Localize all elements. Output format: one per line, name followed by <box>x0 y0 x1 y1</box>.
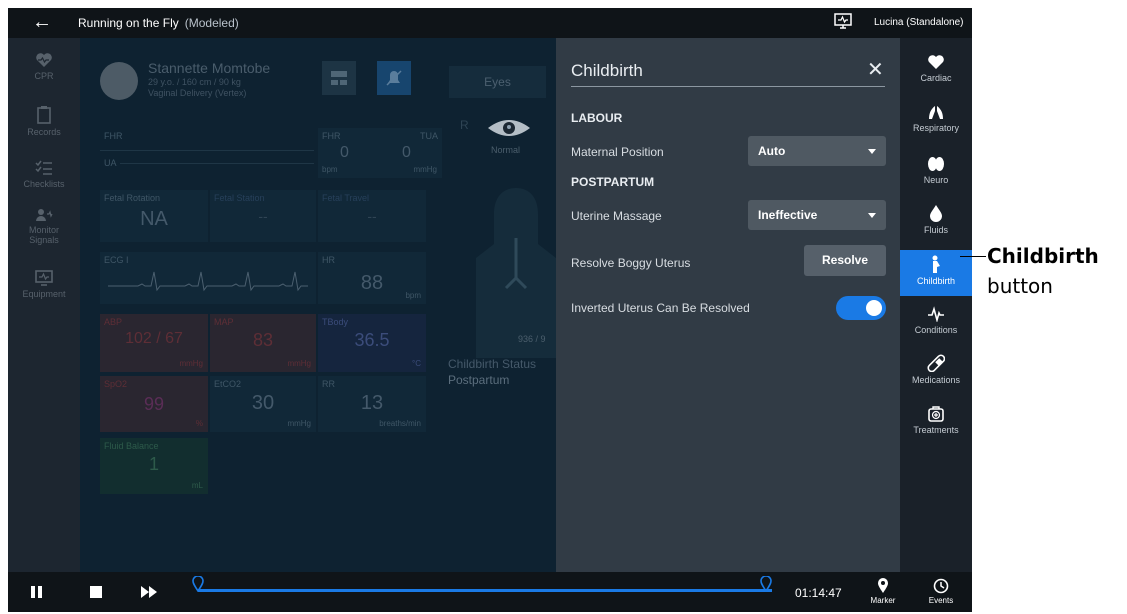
heart-icon <box>928 55 944 69</box>
toggle-knob <box>866 300 882 316</box>
patient-details: 29 y.o. / 160 cm / 90 kg <box>148 77 241 87</box>
etco2-tile: EtCO2 30 mmHg <box>210 376 316 432</box>
back-arrow-icon[interactable]: ← <box>32 11 52 33</box>
callout-rest: button <box>987 274 1053 298</box>
abp-tile: ABP 102 / 67 mmHg <box>100 314 208 372</box>
user-name[interactable]: Lucina (Standalone) <box>874 17 964 28</box>
drop-icon <box>930 205 942 222</box>
lungs-icon <box>929 106 943 119</box>
nav-cpr[interactable]: CPR <box>8 52 80 81</box>
callout-bold: Childbirth <box>987 244 1099 268</box>
nav-checklists[interactable]: Checklists <box>8 160 80 189</box>
fetal-rotation-tile: Fetal Rotation NA <box>100 190 208 242</box>
fhr-strip: FHR UA <box>100 128 314 178</box>
rr-tile: RR 13 breaths/min <box>318 376 426 432</box>
layout-button[interactable] <box>322 61 356 95</box>
tbody-tile: TBody 36.5 °C <box>318 314 426 372</box>
marker-button[interactable]: Marker <box>863 578 903 605</box>
fetal-travel-tile: Fetal Travel -- <box>318 190 426 242</box>
inverted-uterus-toggle[interactable] <box>836 296 886 320</box>
right-nav: Cardiac Respiratory Neuro Fluids Childbi… <box>900 38 972 572</box>
maternal-position-label: Maternal Position <box>571 145 664 159</box>
pause-icon[interactable] <box>30 585 44 599</box>
patient-name: Stannette Momtobe <box>148 60 271 76</box>
heart-pulse-icon <box>36 53 52 67</box>
uterine-massage-label: Uterine Massage <box>571 209 662 223</box>
nav-cardiac[interactable]: Cardiac <box>900 54 972 94</box>
ecg-tile: ECG I <box>100 252 316 304</box>
elapsed-time: 01:14:47 <box>795 586 842 600</box>
patient-delivery: Vaginal Delivery (Vertex) <box>148 88 247 98</box>
nav-treatments[interactable]: Treatments <box>900 406 972 446</box>
fhr-tua-tile: FHR TUA 0 0 bpm mmHg <box>318 128 442 178</box>
caret-down-icon <box>868 149 876 154</box>
childbirth-status-value: Postpartum <box>448 373 510 387</box>
clock-icon <box>933 578 949 594</box>
first-aid-icon <box>928 406 944 422</box>
nav-fluids[interactable]: Fluids <box>900 204 972 244</box>
tab-eyes[interactable]: Eyes <box>449 66 546 98</box>
callout-annotation: Childbirth button <box>987 241 1099 301</box>
callout-leader-line <box>960 256 986 257</box>
hr-tile: HR 88 bpm <box>318 252 426 304</box>
left-nav: CPR Records Checklists Monitor Signals E… <box>8 38 80 572</box>
end-marker-icon[interactable] <box>760 576 772 592</box>
patient-avatar <box>100 62 138 100</box>
nav-conditions[interactable]: Conditions <box>900 306 972 346</box>
eye-status: Normal <box>491 145 521 155</box>
nav-records[interactable]: Records <box>8 106 80 137</box>
childbirth-panel: Childbirth ✕ LABOUR Maternal Position Au… <box>556 38 900 572</box>
nav-respiratory[interactable]: Respiratory <box>900 104 972 144</box>
pill-icon <box>927 354 945 372</box>
eye-icon <box>488 120 530 136</box>
resolve-button[interactable]: Resolve <box>804 245 886 276</box>
bell-off-icon <box>386 70 402 86</box>
nav-equipment[interactable]: Equipment <box>8 270 80 299</box>
nav-neuro[interactable]: Neuro <box>900 156 972 196</box>
pulse-icon <box>928 306 944 322</box>
nav-monitor-signals[interactable]: Monitor Signals <box>8 208 80 245</box>
childbirth-status-label: Childbirth Status <box>448 357 537 371</box>
labour-heading: LABOUR <box>571 111 623 125</box>
top-bar: ← Running on the Fly (Modeled) Lucina (St… <box>8 8 972 38</box>
close-icon[interactable]: ✕ <box>867 57 884 82</box>
scenario-title: Running on the Fly (Modeled) <box>78 16 239 30</box>
postpartum-heading: POSTPARTUM <box>571 175 655 189</box>
caret-down-icon <box>868 213 876 218</box>
layout-icon <box>331 71 347 85</box>
panel-title: Childbirth <box>571 61 643 80</box>
events-button[interactable]: Events <box>921 578 961 605</box>
fast-forward-icon[interactable] <box>140 585 158 599</box>
title-divider <box>571 86 885 87</box>
eye-side: R <box>460 118 469 132</box>
person-signal-icon <box>36 209 53 221</box>
timeline-track[interactable] <box>198 589 772 592</box>
inverted-uterus-label: Inverted Uterus Can Be Resolved <box>571 301 750 315</box>
ecg-waveform <box>108 271 308 292</box>
monitor-icon <box>35 270 53 286</box>
resolve-boggy-label: Resolve Boggy Uterus <box>571 256 691 270</box>
checklist-icon <box>35 160 52 175</box>
fetal-station-tile: Fetal Station -- <box>210 190 316 242</box>
brain-icon <box>928 157 944 171</box>
playback-bar: 01:14:47 Marker Events <box>8 572 972 612</box>
fluid-balance-tile: Fluid Balance 1 mL <box>100 438 208 494</box>
mute-button[interactable] <box>377 61 411 95</box>
monitor-icon[interactable] <box>834 13 852 29</box>
clipboard-icon <box>37 106 51 124</box>
scenario-mode: (Modeled) <box>184 16 239 30</box>
map-tile: MAP 83 mmHg <box>210 314 316 372</box>
uterine-massage-select[interactable]: Ineffective <box>748 200 886 230</box>
spo2-tile: SpO2 99 % <box>100 376 208 432</box>
maternal-position-select[interactable]: Auto <box>748 136 886 166</box>
app-window: ← Running on the Fly (Modeled) Lucina (St… <box>8 8 972 612</box>
pregnant-icon <box>932 255 940 273</box>
overlay-count: 936 / 9 <box>518 334 546 344</box>
stop-icon[interactable] <box>89 585 103 599</box>
patient-monitor: Stannette Momtobe 29 y.o. / 160 cm / 90 … <box>80 38 556 572</box>
location-pin-icon <box>878 578 888 593</box>
start-marker-icon[interactable] <box>192 576 204 592</box>
body-silhouette <box>476 188 556 358</box>
nav-medications[interactable]: Medications <box>900 354 972 394</box>
